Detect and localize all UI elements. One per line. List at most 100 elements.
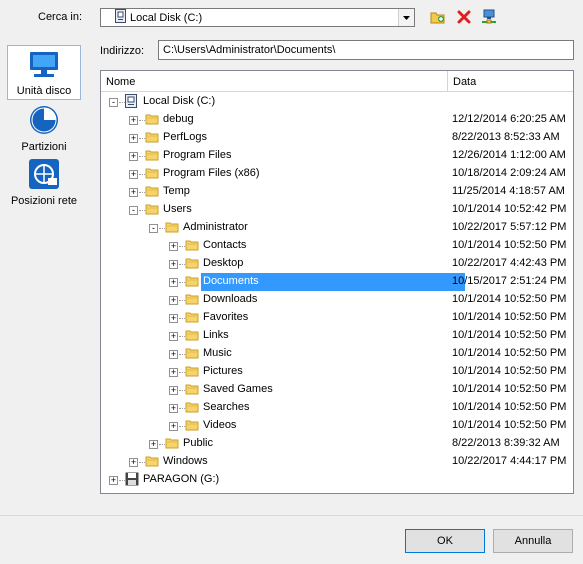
collapse-icon[interactable]: - <box>149 224 158 233</box>
tree-row-name[interactable]: Desktop <box>201 255 245 273</box>
expand-icon[interactable]: + <box>169 296 178 305</box>
folder-tree[interactable]: Nome Data - Local Disk (C:) + debug 12/12/20… <box>100 70 574 494</box>
expand-icon[interactable]: + <box>149 440 158 449</box>
expand-icon[interactable]: + <box>129 152 138 161</box>
column-header-name[interactable]: Nome <box>101 71 448 92</box>
tree-row[interactable]: + Documents 10/15/2017 2:51:24 PM <box>101 273 573 291</box>
tree-row-name[interactable]: Local Disk (C:) <box>141 93 217 111</box>
lookin-combo[interactable]: Local Disk (C:) <box>100 8 415 27</box>
tree-row[interactable]: - Local Disk (C:) <box>101 93 573 111</box>
expand-icon[interactable]: + <box>129 188 138 197</box>
tree-row-name[interactable]: debug <box>161 111 196 129</box>
collapse-icon[interactable]: - <box>129 206 138 215</box>
expand-icon[interactable]: + <box>129 134 138 143</box>
folder-icon <box>185 418 199 435</box>
tree-row-name[interactable]: Videos <box>201 417 238 435</box>
new-folder-icon[interactable] <box>430 9 446 25</box>
tree-row-name[interactable]: Music <box>201 345 234 363</box>
tree-header: Nome Data <box>101 71 573 92</box>
expand-icon[interactable]: + <box>129 458 138 467</box>
tree-row[interactable]: + Music 10/1/2014 10:52:50 PM <box>101 345 573 363</box>
tree-row[interactable]: + Links 10/1/2014 10:52:50 PM <box>101 327 573 345</box>
tree-row-name[interactable]: Pictures <box>201 363 245 381</box>
tree-row-date: 10/15/2017 2:51:24 PM <box>452 275 567 287</box>
cancel-button[interactable]: Annulla <box>493 529 573 553</box>
tree-row-name[interactable]: Program Files <box>161 147 233 165</box>
expand-icon[interactable]: + <box>169 368 178 377</box>
chevron-down-icon[interactable] <box>398 9 414 26</box>
tree-row[interactable]: + Pictures 10/1/2014 10:52:50 PM <box>101 363 573 381</box>
collapse-icon[interactable]: - <box>109 98 118 107</box>
folder-icon <box>185 328 199 345</box>
tree-row-name[interactable]: Downloads <box>201 291 259 309</box>
expand-icon[interactable]: + <box>129 116 138 125</box>
ok-button[interactable]: OK <box>405 529 485 553</box>
tree-row-name[interactable]: Links <box>201 327 231 345</box>
tree-row[interactable]: + Desktop 10/22/2017 4:42:43 PM <box>101 255 573 273</box>
tree-row[interactable]: + Searches 10/1/2014 10:52:50 PM <box>101 399 573 417</box>
tree-row-date: 10/1/2014 10:52:50 PM <box>452 293 567 305</box>
divider <box>0 515 583 516</box>
tree-row[interactable]: + PARAGON (G:) <box>101 471 573 489</box>
tree-row[interactable]: + Program Files (x86) 10/18/2014 2:09:24 A… <box>101 165 573 183</box>
tree-row[interactable]: + Program Files 12/26/2014 1:12:00 AM <box>101 147 573 165</box>
tree-row[interactable]: + Saved Games 10/1/2014 10:52:50 PM <box>101 381 573 399</box>
sidebar-item-posizioni-rete[interactable]: Posizioni rete <box>7 158 81 208</box>
tree-row-name[interactable]: Documents <box>201 273 465 291</box>
expand-icon[interactable]: + <box>129 170 138 179</box>
tree-row-name[interactable]: Windows <box>161 453 210 471</box>
expand-icon[interactable]: + <box>169 260 178 269</box>
pie-icon <box>28 104 60 139</box>
delete-icon[interactable] <box>456 9 472 25</box>
expand-icon[interactable]: + <box>169 422 178 431</box>
tree-row-name[interactable]: Searches <box>201 399 251 417</box>
drive-icon <box>115 9 126 26</box>
tree-row-name[interactable]: Temp <box>161 183 192 201</box>
tree-row-name[interactable]: PerfLogs <box>161 129 209 147</box>
network-icon[interactable] <box>481 9 497 25</box>
expand-icon[interactable]: + <box>169 314 178 323</box>
tree-row-date: 10/1/2014 10:52:50 PM <box>452 401 567 413</box>
expand-icon[interactable]: + <box>169 386 178 395</box>
tree-row[interactable]: + PerfLogs 8/22/2013 8:52:33 AM <box>101 129 573 147</box>
tree-row-date: 8/22/2013 8:52:33 AM <box>452 131 560 143</box>
tree-row-date: 10/22/2017 4:42:43 PM <box>452 257 567 269</box>
folder-icon <box>185 238 199 255</box>
expand-icon[interactable]: + <box>169 242 178 251</box>
tree-row[interactable]: + Temp 11/25/2014 4:18:57 AM <box>101 183 573 201</box>
sidebar-item-label: Unità disco <box>16 85 72 97</box>
tree-row[interactable]: + Windows 10/22/2017 4:44:17 PM <box>101 453 573 471</box>
tree-row[interactable]: - Administrator 10/22/2017 5:57:12 PM <box>101 219 573 237</box>
tree-row-name[interactable]: Administrator <box>181 219 250 237</box>
tree-row[interactable]: - Users 10/1/2014 10:52:42 PM <box>101 201 573 219</box>
tree-row-date: 10/18/2014 2:09:24 AM <box>452 167 566 179</box>
folder-icon <box>145 166 159 183</box>
tree-row[interactable]: + Public 8/22/2013 8:39:32 AM <box>101 435 573 453</box>
monitor-icon <box>28 50 60 83</box>
address-field[interactable]: C:\Users\Administrator\Documents\ <box>158 40 574 60</box>
folder-icon <box>145 148 159 165</box>
tree-row-name[interactable]: Favorites <box>201 309 250 327</box>
column-header-date[interactable]: Data <box>448 71 573 92</box>
sidebar-item-partizioni[interactable]: Partizioni <box>7 104 81 154</box>
tree-row-name[interactable]: PARAGON (G:) <box>141 471 221 489</box>
lookin-label: Cerca in: <box>38 11 83 23</box>
tree-row-name[interactable]: Program Files (x86) <box>161 165 262 183</box>
tree-row[interactable]: + Favorites 10/1/2014 10:52:50 PM <box>101 309 573 327</box>
expand-icon[interactable]: + <box>169 278 178 287</box>
tree-row[interactable]: + debug 12/12/2014 6:20:25 AM <box>101 111 573 129</box>
tree-row-date: 10/1/2014 10:52:50 PM <box>452 329 567 341</box>
tree-row[interactable]: + Downloads 10/1/2014 10:52:50 PM <box>101 291 573 309</box>
sidebar-item-unita-disco[interactable]: Unità disco <box>7 45 81 100</box>
tree-row[interactable]: + Videos 10/1/2014 10:52:50 PM <box>101 417 573 435</box>
tree-row[interactable]: + Contacts 10/1/2014 10:52:50 PM <box>101 237 573 255</box>
expand-icon[interactable]: + <box>169 404 178 413</box>
expand-icon[interactable]: + <box>169 332 178 341</box>
expand-icon[interactable]: + <box>169 350 178 359</box>
tree-row-name[interactable]: Saved Games <box>201 381 275 399</box>
tree-row-name[interactable]: Users <box>161 201 194 219</box>
folder-icon <box>145 112 159 129</box>
expand-icon[interactable]: + <box>109 476 118 485</box>
tree-row-name[interactable]: Contacts <box>201 237 248 255</box>
tree-row-name[interactable]: Public <box>181 435 215 453</box>
